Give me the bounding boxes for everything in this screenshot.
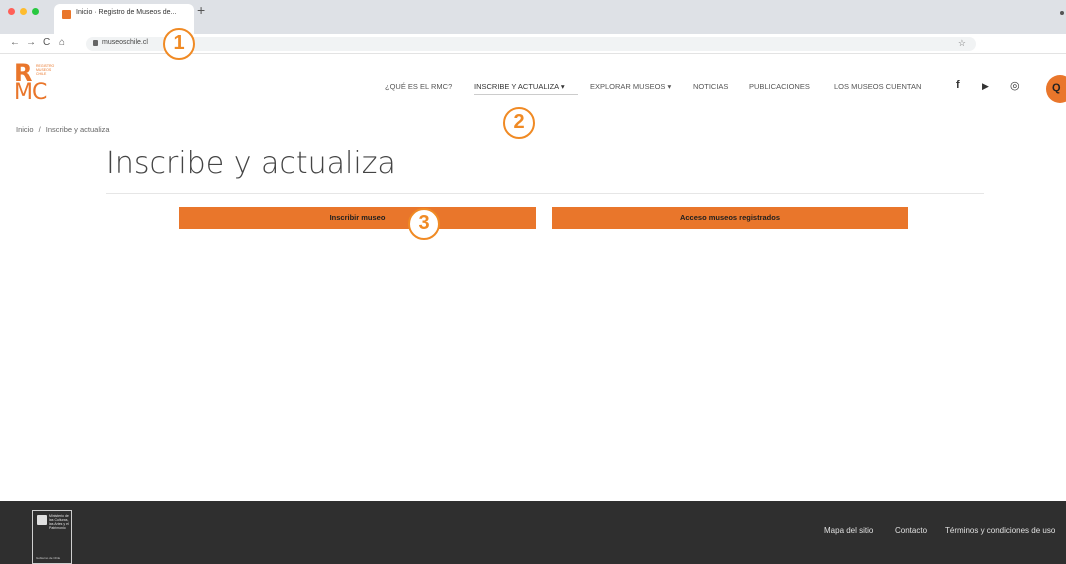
annotation-marker-3: 3 (408, 208, 440, 240)
footer-link-contact[interactable]: Contacto (895, 526, 927, 535)
site-favicon-icon (62, 10, 71, 19)
browser-toolbar: ← → C ⌂ museoschile.cl ☆ (0, 34, 1066, 54)
nav-noticias[interactable]: NOTICIAS (693, 82, 728, 91)
url-text: museoschile.cl (102, 39, 148, 46)
title-divider (106, 193, 984, 194)
register-museum-button[interactable]: Inscribir museo (179, 207, 536, 229)
ministry-name: Ministerio de las Culturas, las Artes y … (49, 514, 69, 530)
breadcrumb-home[interactable]: Inicio (16, 125, 34, 134)
nav-los-museos-cuentan[interactable]: LOS MUSEOS CUENTAN (834, 82, 921, 91)
nav-que-es-rmc[interactable]: ¿QUÉ ES EL RMC? (385, 82, 452, 91)
new-tab-button[interactable]: + (197, 2, 205, 18)
facebook-icon[interactable]: f (956, 79, 960, 91)
maximize-window-icon[interactable] (32, 8, 39, 15)
browser-tab-bar: Inicio · Registro de Museos de... + (0, 0, 1066, 34)
registered-museums-access-button[interactable]: Acceso museos registrados (552, 207, 908, 229)
nav-explorar-museos[interactable]: EXPLORAR MUSEOS ▾ (590, 82, 671, 91)
tab-title: Inicio · Registro de Museos de... (76, 9, 177, 16)
instagram-icon[interactable]: ◎ (1010, 79, 1020, 92)
reload-icon[interactable]: C (43, 38, 50, 48)
minimize-window-icon[interactable] (20, 8, 27, 15)
logo-letters-mc: MC (14, 80, 47, 105)
breadcrumb: Inicio / Inscribe y actualiza (16, 125, 110, 134)
logo-subtext: REGISTRO MUSEOS CHILE (36, 64, 55, 76)
search-icon: Q (1052, 82, 1061, 94)
search-button[interactable]: Q (1046, 75, 1066, 103)
page-title: Inscribe y actualiza (106, 146, 396, 181)
address-bar[interactable]: museoschile.cl ☆ (86, 37, 976, 51)
chile-emblem-icon (37, 515, 47, 525)
close-window-icon[interactable] (8, 8, 15, 15)
active-nav-underline (474, 94, 578, 95)
star-icon[interactable]: ☆ (958, 38, 966, 49)
breadcrumb-separator: / (38, 125, 41, 134)
ministry-subtext: Gobierno de Chile (36, 556, 61, 560)
back-arrow-icon[interactable]: ← (10, 38, 20, 48)
ministry-logo[interactable]: Ministerio de las Culturas, las Artes y … (32, 510, 72, 564)
footer-link-sitemap[interactable]: Mapa del sitio (824, 526, 873, 535)
youtube-icon[interactable]: ▶ (982, 81, 989, 92)
footer-link-terms[interactable]: Términos y condiciones de uso (945, 526, 1055, 535)
annotation-marker-2: 2 (503, 107, 535, 139)
site-logo[interactable]: R REGISTRO MUSEOS CHILE MC (14, 61, 60, 105)
nav-publicaciones[interactable]: PUBLICACIONES (749, 82, 810, 91)
breadcrumb-current: Inscribe y actualiza (45, 125, 110, 134)
lock-icon (93, 40, 98, 46)
annotation-marker-1: 1 (163, 28, 195, 60)
profile-icon[interactable] (1060, 11, 1064, 15)
home-icon[interactable]: ⌂ (59, 38, 65, 48)
forward-arrow-icon[interactable]: → (26, 38, 36, 48)
nav-inscribe-actualiza[interactable]: INSCRIBE Y ACTUALIZA ▾ (474, 82, 565, 91)
